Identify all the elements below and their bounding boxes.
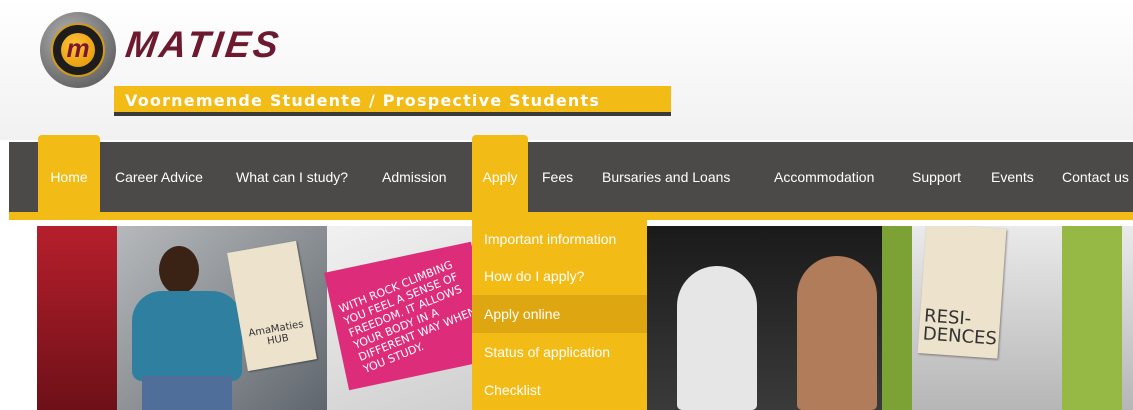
banner-photo-student: AmaMaties HUB <box>37 226 327 410</box>
student-figure <box>132 246 242 410</box>
banner-photo-climbing: WITH ROCK CLIMBING YOU FEEL A SENSE OF F… <box>324 226 496 410</box>
menu-item-apply-online[interactable]: Apply online <box>472 295 647 333</box>
nav-item-events[interactable]: Events <box>991 142 1034 212</box>
radio-presenter <box>677 266 757 410</box>
climbing-quote-card: WITH ROCK CLIMBING YOU FEEL A SENSE OF F… <box>324 241 496 391</box>
apply-dropdown-menu: Important information How do I apply? Ap… <box>472 220 647 410</box>
menu-item-important-information[interactable]: Important information <box>472 220 647 258</box>
nav-item-admission[interactable]: Admission <box>382 142 447 212</box>
logo-ring: m <box>51 23 105 77</box>
nav-item-career-advice[interactable]: Career Advice <box>115 142 203 212</box>
nav-item-what-can-i-study[interactable]: What can I study? <box>236 142 348 212</box>
tag-label: RESI-DENCES <box>922 305 998 350</box>
logo-letter: m <box>61 33 95 67</box>
maties-logo-icon[interactable]: m <box>40 12 116 88</box>
page-subtitle: Voornemende Studente / Prospective Stude… <box>125 91 601 110</box>
nav-item-accommodation[interactable]: Accommodation <box>774 142 874 212</box>
menu-item-checklist[interactable]: Checklist <box>472 371 647 409</box>
smiling-student <box>797 256 877 410</box>
tag-label: AmaMaties HUB <box>247 318 305 348</box>
nav-item-support[interactable]: Support <box>912 142 961 212</box>
nav-underline <box>9 212 1133 220</box>
subtitle-bar: Voornemende Studente / Prospective Stude… <box>114 86 671 116</box>
header-background <box>0 0 1133 140</box>
residences-tag: RESI-DENCES <box>917 226 1007 359</box>
nav-item-bursaries-and-loans[interactable]: Bursaries and Loans <box>602 142 730 212</box>
banner-photo-residences: RESI-DENCES <box>882 226 1133 410</box>
menu-item-status-of-application[interactable]: Status of application <box>472 333 647 371</box>
banner-photo-radio <box>647 226 882 410</box>
nav-item-apply[interactable]: Apply <box>472 135 528 220</box>
menu-item-how-do-i-apply[interactable]: How do I apply? <box>472 257 647 295</box>
brand-name[interactable]: MATIES <box>123 24 284 66</box>
climbing-wall <box>37 226 117 410</box>
nav-item-fees[interactable]: Fees <box>542 142 573 212</box>
nav-item-home[interactable]: Home <box>38 135 100 220</box>
nav-item-contact-us[interactable]: Contact us <box>1062 142 1129 212</box>
